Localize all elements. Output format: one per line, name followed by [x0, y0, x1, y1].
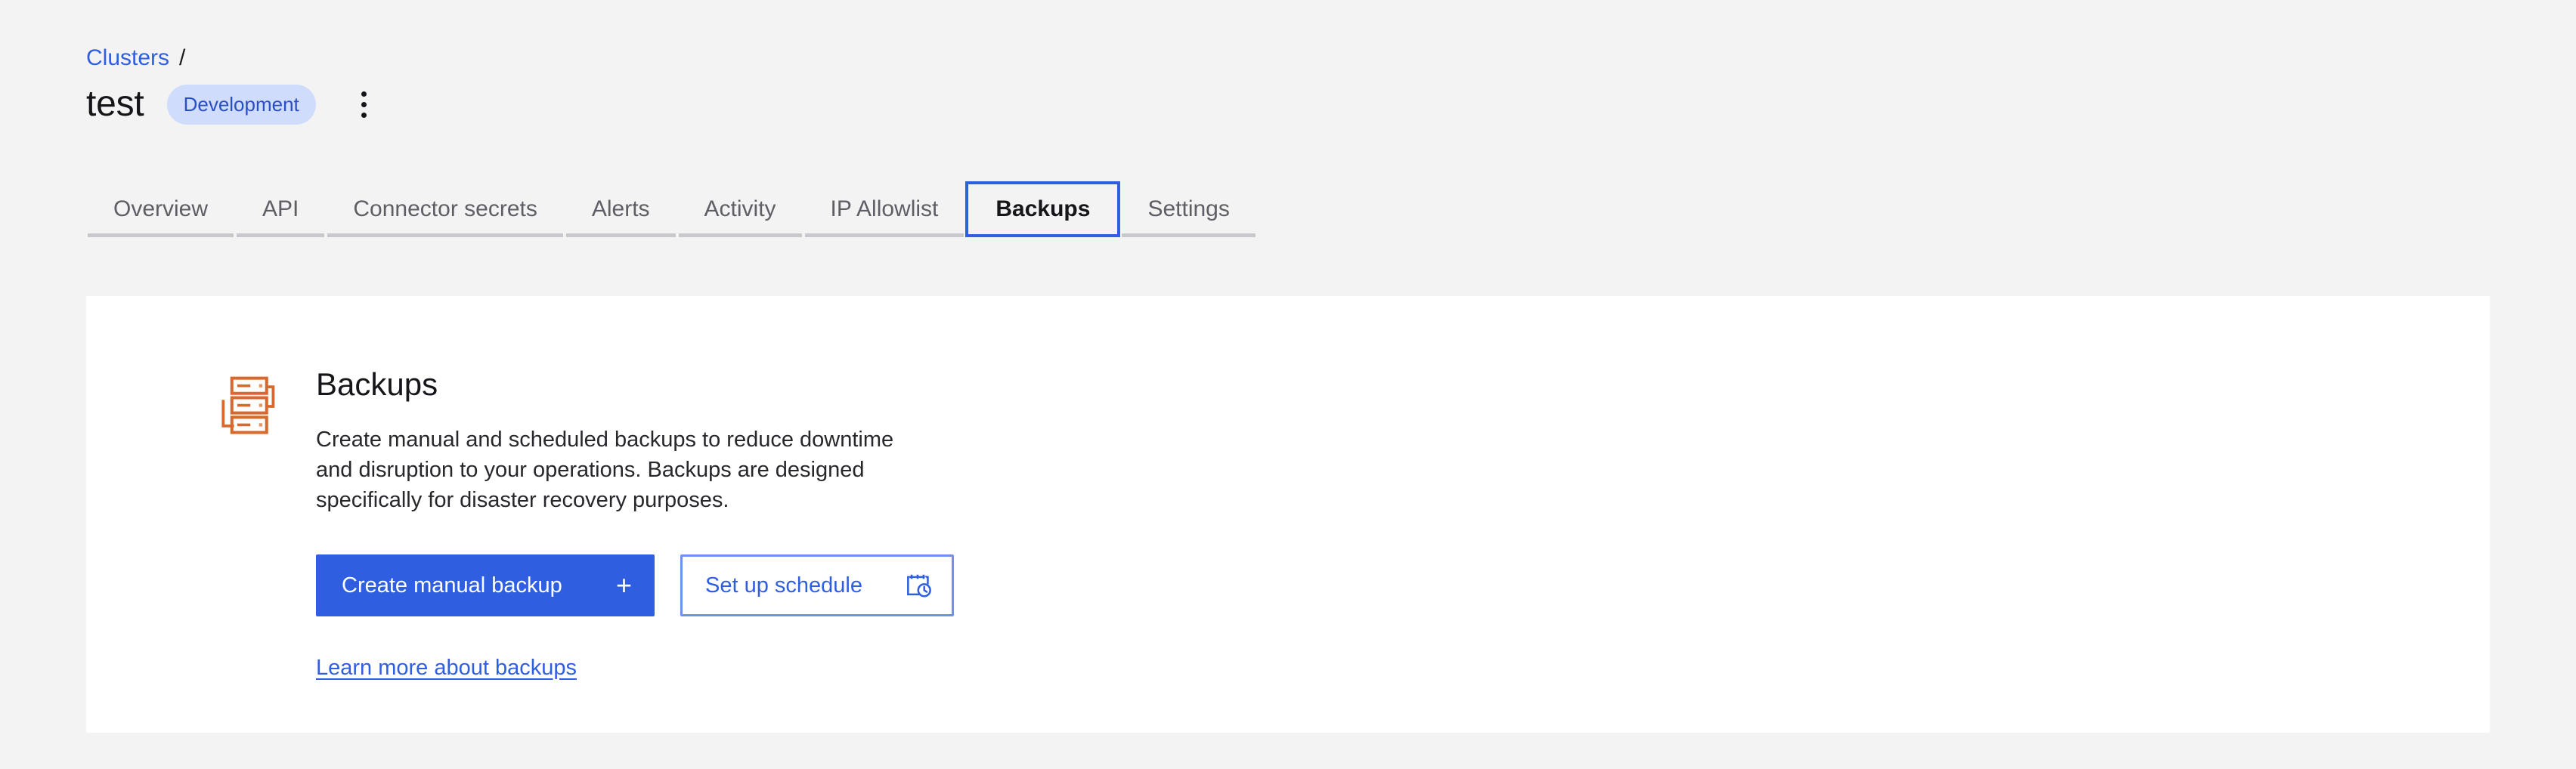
set-up-schedule-label: Set up schedule [705, 573, 862, 598]
create-manual-backup-button[interactable]: Create manual backup + [316, 554, 655, 616]
create-manual-backup-label: Create manual backup [342, 573, 562, 598]
breadcrumb-separator: / [179, 47, 185, 69]
set-up-schedule-button[interactable]: Set up schedule [680, 554, 954, 616]
tab-api[interactable]: API [235, 181, 326, 237]
learn-more-about-backups-link[interactable]: Learn more about backups [316, 656, 577, 681]
kebab-dot [361, 102, 367, 107]
breadcrumb: Clusters / [86, 47, 185, 69]
page-header: test Development [86, 83, 381, 125]
card-actions: Create manual backup + Set up schedule [316, 554, 954, 616]
tab-connector-secrets[interactable]: Connector secrets [326, 181, 564, 237]
status-badge-environment: Development [167, 85, 316, 125]
kebab-dot [361, 113, 367, 118]
calendar-clock-icon [903, 571, 932, 600]
tab-alerts[interactable]: Alerts [565, 181, 677, 237]
page-title: test [86, 86, 144, 122]
server-rack-icon [210, 372, 280, 441]
tab-bar: Overview API Connector secrets Alerts Ac… [86, 181, 1257, 237]
card-heading: Backups [316, 369, 954, 400]
card-description: Create manual and scheduled backups to r… [316, 425, 913, 515]
kebab-dot [361, 91, 367, 97]
tab-backups[interactable]: Backups [965, 181, 1120, 237]
tab-overview[interactable]: Overview [86, 181, 235, 237]
backups-empty-state-card: Backups Create manual and scheduled back… [86, 296, 2490, 733]
plus-icon: + [616, 572, 632, 599]
kebab-menu-icon[interactable] [348, 85, 381, 123]
tab-settings[interactable]: Settings [1120, 181, 1256, 237]
tab-activity[interactable]: Activity [677, 181, 803, 237]
breadcrumb-link-clusters[interactable]: Clusters [86, 47, 169, 69]
tab-ip-allowlist[interactable]: IP Allowlist [803, 181, 966, 237]
backups-page: Clusters / test Development Overview API… [0, 0, 2576, 769]
